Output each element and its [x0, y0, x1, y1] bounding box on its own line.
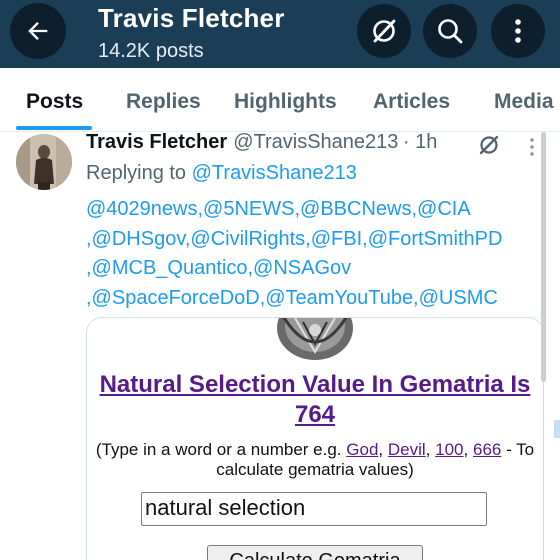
grok-button[interactable]: [357, 4, 411, 58]
tab-media[interactable]: Media: [494, 90, 554, 114]
mention-line[interactable]: ,@MCB_Quantico,@NSAGov: [86, 254, 546, 284]
card-desc-prefix: (Type in a word or a number e.g.: [95, 440, 342, 459]
scroll-position-marker: [554, 420, 560, 438]
back-arrow-icon: [28, 22, 48, 40]
card-title[interactable]: Natural Selection Value In Gematria Is 7…: [87, 370, 543, 430]
tab-replies[interactable]: Replies: [126, 90, 201, 114]
avatar-image: [16, 134, 72, 190]
calculate-button[interactable]: Calculate Gematria: [207, 545, 423, 560]
grok-icon: [479, 135, 499, 155]
search-button[interactable]: [423, 4, 477, 58]
post-more-button[interactable]: [527, 137, 537, 162]
author-handle[interactable]: @TravisShane213: [233, 131, 398, 153]
post-count: 14.2K posts: [98, 40, 204, 62]
example-link-666[interactable]: 666: [473, 440, 501, 459]
replying-to-handle[interactable]: @TravisShane213: [192, 162, 357, 184]
card-description: (Type in a word or a number e.g. God, De…: [95, 440, 535, 479]
mention-line[interactable]: @4029news,@5NEWS,@BBCNews,@CIA: [86, 195, 546, 225]
gematria-emblem-icon: [277, 318, 353, 360]
avatar[interactable]: [16, 134, 72, 190]
more-vertical-icon: [515, 19, 521, 43]
replying-prefix: Replying to: [86, 162, 187, 184]
embedded-card[interactable]: Natural Selection Value In Gematria Is 7…: [86, 317, 544, 560]
header-title: Travis Fletcher: [98, 3, 285, 33]
search-icon: [438, 19, 463, 44]
active-tab-indicator: [16, 126, 92, 130]
tab-highlights[interactable]: Highlights: [234, 90, 337, 114]
mention-line[interactable]: ,@SpaceForceDoD,@TeamYouTube,@USMC: [86, 284, 546, 314]
post-grok-button[interactable]: [477, 133, 501, 162]
example-link-100[interactable]: 100: [435, 440, 463, 459]
example-link-god[interactable]: God: [346, 440, 378, 459]
tab-posts[interactable]: Posts: [26, 90, 83, 114]
replying-to: Replying to @TravisShane213: [86, 162, 357, 185]
tab-articles[interactable]: Articles: [373, 90, 450, 114]
back-button[interactable]: [10, 3, 66, 59]
more-options-button[interactable]: [491, 4, 545, 58]
more-vertical-icon: [530, 138, 534, 156]
mention-list: @4029news,@5NEWS,@BBCNews,@CIA ,@DHSgov,…: [86, 195, 546, 313]
scrollbar[interactable]: [541, 132, 546, 382]
profile-header: Travis Fletcher 14.2K posts: [0, 0, 560, 68]
grok-icon: [373, 19, 396, 43]
gematria-input[interactable]: natural selection: [141, 492, 487, 526]
profile-tabs: Posts Replies Highlights Articles Media: [0, 68, 560, 132]
author-name[interactable]: Travis Fletcher: [86, 131, 227, 153]
mention-line[interactable]: ,@DHSgov,@CivilRights,@FBI,@FortSmithPD: [86, 225, 546, 255]
post-time[interactable]: · 1h: [403, 131, 437, 153]
example-link-devil[interactable]: Devil: [388, 440, 426, 459]
